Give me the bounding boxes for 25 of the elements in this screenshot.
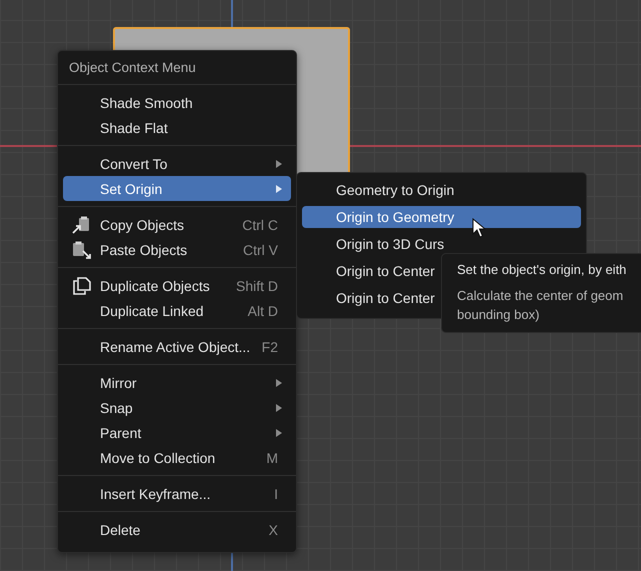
tooltip-text: bounding box): [457, 306, 540, 324]
menu-item[interactable]: Duplicate Objects Shift D: [63, 273, 291, 298]
menu-item[interactable]: Rename Active Object... F2: [63, 334, 291, 359]
menu-item[interactable]: Parent: [63, 420, 291, 445]
duplicate-icon: [72, 276, 92, 294]
menu-item[interactable]: Origin to Geometry: [302, 206, 581, 228]
menu-item[interactable]: Copy Objects Ctrl C: [63, 212, 291, 237]
tooltip-text: Calculate the center of geom: [457, 287, 624, 305]
menu-item[interactable]: Snap: [63, 395, 291, 420]
menu-item[interactable]: Set Origin: [63, 176, 291, 201]
menu-item[interactable]: Paste Objects Ctrl V: [63, 237, 291, 262]
menu-item[interactable]: Convert To: [63, 151, 291, 176]
menu-item[interactable]: Delete X: [63, 517, 291, 542]
tooltip-title: Set the object's origin, by eith: [457, 261, 626, 279]
menu-item[interactable]: Shade Smooth: [63, 90, 291, 115]
clipboard-arrow-icon: [72, 240, 92, 258]
menu-item[interactable]: Geometry to Origin: [302, 177, 581, 204]
menu-title: Object Context Menu: [68, 59, 197, 77]
menu-item[interactable]: Insert Keyframe... I: [63, 481, 291, 506]
menu-item[interactable]: Move to Collection M: [63, 445, 291, 470]
clipboard-arrow-icon: [72, 216, 92, 234]
menu-item[interactable]: Shade Flat: [63, 115, 291, 140]
menu-item[interactable]: Duplicate Linked Alt D: [63, 298, 291, 323]
menu-item[interactable]: Mirror: [63, 370, 291, 395]
mouse-cursor-icon: [472, 218, 486, 238]
